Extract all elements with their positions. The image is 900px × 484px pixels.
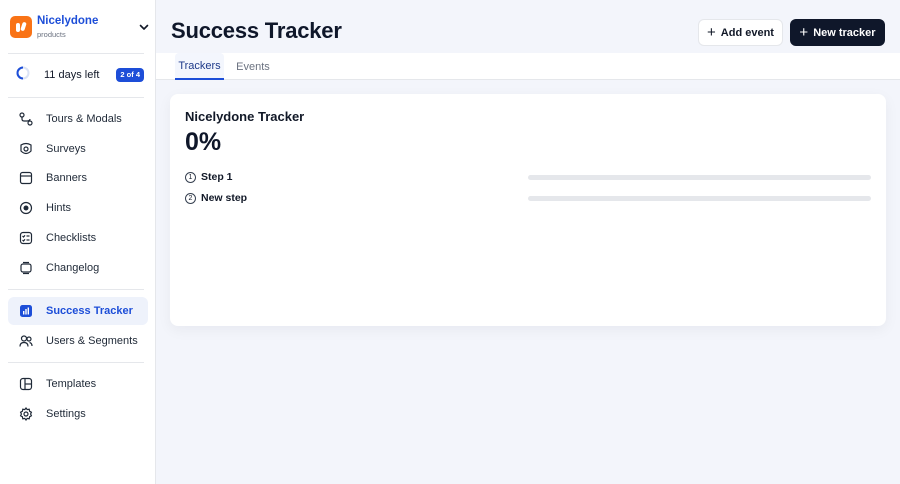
workspace-subtitle: products [37,29,66,39]
page-title: Success Tracker [171,18,342,43]
route-icon [19,112,33,126]
chevron-down-icon[interactable] [138,20,150,38]
trial-status[interactable]: 11 days left 2 of 4 [16,66,144,84]
sidebar-item-label: Tours & Modals [46,113,122,125]
tab-events[interactable]: Events [235,53,271,80]
tracker-title: Nicelydone Tracker [185,109,305,124]
sidebar-item-checklists[interactable]: Checklists [8,224,148,252]
users-icon [19,334,33,348]
tracker-step: 1 Step 1 [185,170,871,184]
survey-icon [19,142,33,156]
template-icon [19,377,33,391]
step-label: Step 1 [201,171,233,183]
trial-step-badge: 2 of 4 [116,68,144,82]
divider [8,289,144,290]
sidebar-item-label: Users & Segments [46,335,138,347]
brand-logo [10,16,32,38]
hint-icon [19,201,33,215]
sidebar-item-banners[interactable]: Banners [8,164,148,192]
step-number-badge: 1 [185,171,196,183]
new-tracker-label: New tracker [813,26,876,39]
sidebar-item-hints[interactable]: Hints [8,194,148,222]
progress-ring-icon [16,66,30,85]
workspace-switcher[interactable]: Nicelydone products [10,13,150,41]
step-label: New step [201,192,248,204]
sidebar-item-success-tracker[interactable]: Success Tracker [8,297,148,325]
plus-icon: + [799,24,809,41]
sidebar: Nicelydone products 11 days left 2 of 4 … [0,0,156,484]
step-progress-bar [528,196,871,201]
step-number-badge: 2 [185,192,196,204]
sidebar-item-label: Checklists [46,232,97,244]
sidebar-item-users-segments[interactable]: Users & Segments [8,327,148,355]
tracker-card[interactable]: Nicelydone Tracker 0% 1 Step 1 2 New ste… [170,94,886,326]
sidebar-item-label: Settings [46,408,86,420]
step-progress-bar [528,175,871,180]
divider [8,97,144,98]
sidebar-item-label: Templates [46,378,97,390]
tabs-bar: Trackers Events [156,53,900,80]
divider [8,362,144,363]
sidebar-item-surveys[interactable]: Surveys [8,135,148,163]
tracker-percent: 0% [185,128,222,156]
changelog-icon [19,261,33,275]
gear-icon [19,407,33,421]
add-event-button[interactable]: + Add event [698,19,783,46]
sidebar-item-settings[interactable]: Settings [8,400,148,428]
banner-icon [19,171,33,185]
checklist-icon [19,231,33,245]
plus-icon: + [707,24,716,41]
tracker-step: 2 New step [185,191,871,205]
new-tracker-button[interactable]: + New tracker [790,19,885,46]
sidebar-item-templates[interactable]: Templates [8,370,148,398]
workspace-name: Nicelydone [37,15,99,27]
sidebar-item-label: Surveys [46,143,86,155]
bar-chart-icon [19,304,33,318]
sidebar-item-label: Success Tracker [46,305,133,317]
sidebar-item-label: Banners [46,172,87,184]
trial-days-left: 11 days left [44,69,100,81]
add-event-label: Add event [720,26,774,39]
sidebar-item-label: Hints [46,202,72,214]
sidebar-item-changelog[interactable]: Changelog [8,254,148,282]
sidebar-item-tours-modals[interactable]: Tours & Modals [8,105,148,133]
sidebar-item-label: Changelog [46,262,100,274]
divider [8,53,144,54]
tab-trackers[interactable]: Trackers [175,53,224,80]
